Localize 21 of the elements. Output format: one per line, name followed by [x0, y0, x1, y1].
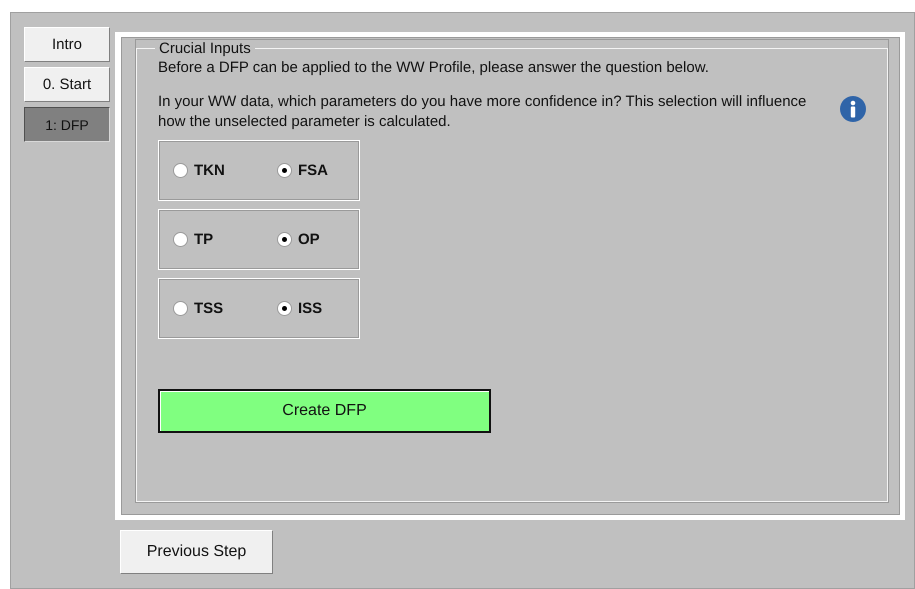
- radio-button[interactable]: [277, 232, 292, 247]
- nav-tab[interactable]: 0. Start: [24, 67, 110, 102]
- radio-button[interactable]: [277, 301, 292, 316]
- radio-button[interactable]: [173, 163, 188, 178]
- nav-tab[interactable]: 1: DFP: [24, 107, 110, 142]
- nav-tab[interactable]: Intro: [24, 27, 110, 62]
- radio-button[interactable]: [277, 163, 292, 178]
- radio-option[interactable]: TSS: [173, 300, 241, 317]
- radio-option[interactable]: ISS: [277, 300, 345, 317]
- radio-button[interactable]: [173, 301, 188, 316]
- question-text: In your WW data, which parameters do you have more confidence in? This selection will influence how the unselected parameter is calculated.: [158, 92, 808, 132]
- radio-option[interactable]: OP: [277, 231, 345, 248]
- radio-option[interactable]: TKN: [173, 162, 241, 179]
- radio-option[interactable]: TP: [173, 231, 241, 248]
- group-title: Crucial Inputs: [158, 40, 252, 57]
- intro-text: Before a DFP can be applied to the WW Profile, please answer the question below.: [158, 59, 710, 76]
- info-icon[interactable]: [839, 95, 867, 123]
- create-button[interactable]: Create DFP: [158, 389, 491, 433]
- previous-step-button[interactable]: Previous Step: [120, 530, 273, 574]
- radio-option[interactable]: FSA: [277, 162, 345, 179]
- radio-button[interactable]: [173, 232, 188, 247]
